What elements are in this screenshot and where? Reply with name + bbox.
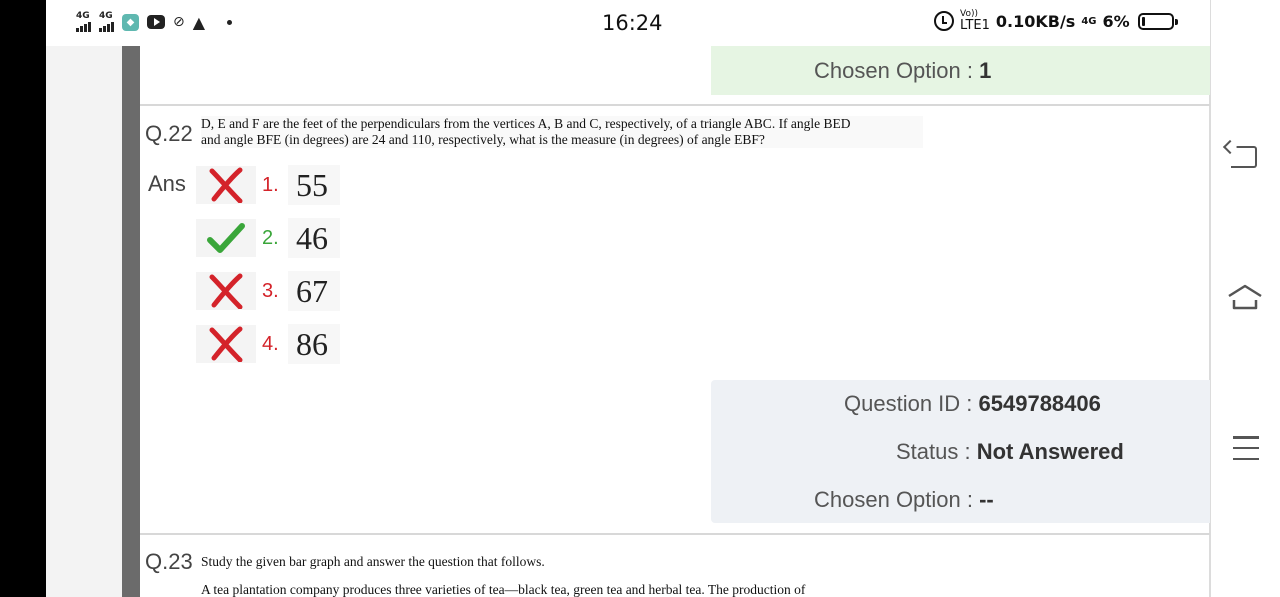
warning-icon: ▲ (192, 12, 206, 32)
option-value: 67 (288, 271, 340, 311)
status-bar: 4G 4G ◆ ⊘ ▲ 16:24 Vo)) LTE1 0.10KB/s 4G … (46, 0, 1210, 46)
option-number: 3. (262, 279, 279, 302)
option-row: 3. 67 (196, 270, 340, 312)
navigation-bar (1211, 0, 1280, 597)
cross-icon (196, 166, 256, 204)
question-number: Q.23 (145, 549, 193, 574)
signal-icon: 4G (76, 12, 91, 32)
cross-icon (196, 325, 256, 363)
question-side-bar (122, 46, 140, 597)
option-number: 2. (262, 226, 279, 249)
cross-icon (196, 272, 256, 310)
network-speed: 0.10KB/s (995, 11, 1076, 31)
question-info-panel: Question ID : 6549788406 Status : Not An… (711, 380, 1210, 523)
dot-icon (227, 19, 233, 25)
option-row: 4. 86 (196, 323, 340, 365)
question-id: Question ID : 6549788406 (844, 391, 1101, 416)
status-time: 16:24 (602, 11, 663, 35)
option-value: 86 (288, 324, 340, 364)
left-margin (46, 0, 122, 597)
option-number: 1. (262, 173, 279, 196)
home-icon[interactable] (1225, 282, 1265, 312)
answer-label: Ans (148, 171, 186, 196)
question-status: Status : Not Answered (896, 439, 1124, 464)
divider (140, 104, 1210, 106)
option-value: 46 (288, 218, 340, 258)
check-icon (196, 219, 256, 257)
status-icons-right: Vo)) LTE1 0.10KB/s 4G 6% (934, 9, 1178, 33)
question-text: D, E and F are the feet of the perpendic… (201, 116, 923, 148)
alarm-icon (934, 11, 954, 31)
prev-chosen-option-panel: Chosen Option : 1 (711, 46, 1210, 95)
youtube-icon (147, 15, 165, 29)
prev-chosen-option: Chosen Option : 1 (814, 58, 992, 83)
option-row: 1. 55 (196, 164, 340, 206)
app-icon: ◆ (122, 13, 139, 31)
battery-percent: 6% (1102, 11, 1130, 31)
option-value: 55 (288, 165, 340, 205)
network-type: 4G (1081, 15, 1097, 27)
battery-icon (1137, 12, 1178, 30)
volte-icon: Vo)) LTE1 (960, 9, 990, 33)
no-data-icon: ⊘ (173, 14, 185, 30)
status-icons-left: 4G 4G ◆ ⊘ ▲ (76, 12, 233, 32)
question-text: Study the given bar graph and answer the… (201, 554, 806, 597)
divider (140, 533, 1210, 535)
chosen-option: Chosen Option : -- (814, 487, 994, 512)
menu-icon[interactable] (1233, 436, 1259, 460)
option-number: 4. (262, 332, 279, 355)
left-black-edge (0, 0, 46, 597)
signal-icon: 4G (99, 12, 114, 32)
question-number: Q.22 (145, 121, 193, 146)
back-icon[interactable] (1231, 146, 1257, 168)
option-row: 2. 46 (196, 217, 340, 259)
